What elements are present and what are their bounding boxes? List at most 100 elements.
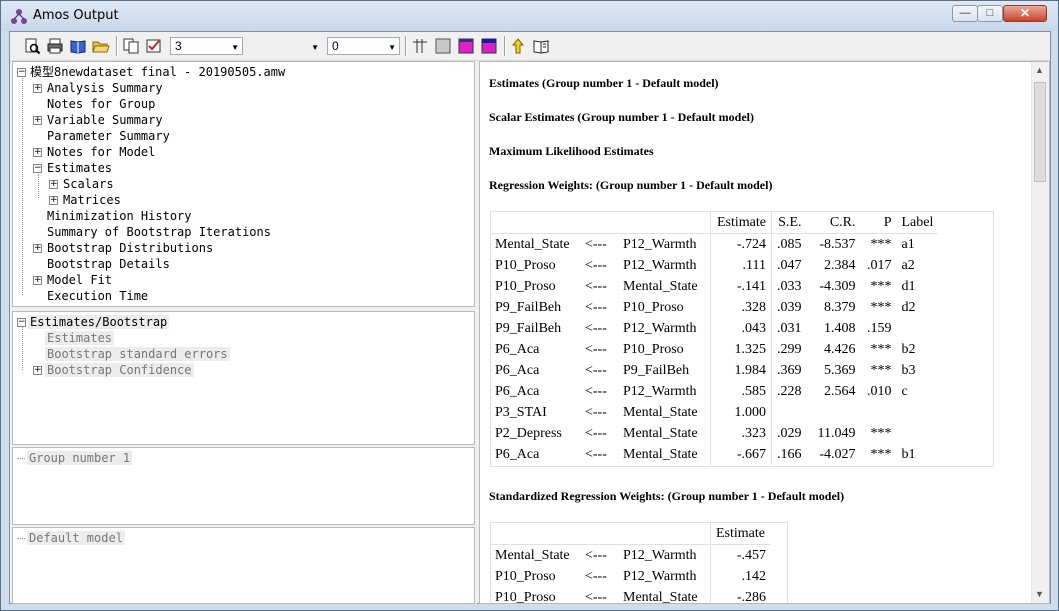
tree-item-bootstrap-std-errors[interactable]: Bootstrap standard errors <box>33 346 230 362</box>
table-cell: d2 <box>901 299 916 315</box>
std-regression-table: Estimate Mental_State <--- P12_Warmth -.457 P… <box>490 523 771 604</box>
magenta-table-icon[interactable] <box>457 37 475 55</box>
tree-item-bootstrap-iterations[interactable]: Summary of Bootstrap Iterations <box>33 224 271 240</box>
expand-icon[interactable]: + <box>33 84 42 93</box>
tree-item-estimates-gray[interactable]: Estimates <box>33 330 115 346</box>
table-cell: 1.984 <box>710 360 772 381</box>
expand-icon[interactable]: + <box>49 180 58 189</box>
scroll-thumb[interactable] <box>1034 82 1046 182</box>
table-cell <box>897 423 939 444</box>
column-header <box>580 212 618 234</box>
table-cell: -.286 <box>736 589 766 604</box>
tree-item-variable-summary[interactable]: + Variable Summary <box>33 112 163 128</box>
tree-item-matrices[interactable]: + Matrices <box>49 192 121 208</box>
table-cell: 2.564 <box>824 383 856 399</box>
tree-item-label: Notes for Group <box>47 97 156 111</box>
scalar-estimates-heading: Scalar Estimates (Group number 1 - Defau… <box>489 110 754 124</box>
magenta-table-blue-icon[interactable] <box>480 37 498 55</box>
expand-icon[interactable]: + <box>33 116 42 125</box>
chevron-down-icon: ▼ <box>231 43 239 52</box>
collapse-icon[interactable]: − <box>17 68 26 77</box>
hint-arrow-icon[interactable] <box>509 37 527 55</box>
collapse-icon[interactable]: − <box>17 318 26 327</box>
group-number-item[interactable]: Group number 1 <box>17 450 133 466</box>
scroll-down-icon[interactable]: ▼ <box>1035 589 1044 599</box>
expand-icon[interactable]: + <box>33 244 42 253</box>
close-button[interactable]: ✕ <box>1003 5 1047 22</box>
maximize-icon: □ <box>986 7 994 19</box>
table-cell: <--- <box>585 362 607 378</box>
amos-output-window: Amos Output — □ ✕ 3 ▼ ▼ 0 ▼ − 模型8newdata… <box>0 0 1059 611</box>
tree-item-bootstrap-distributions[interactable]: + Bootstrap Distributions <box>33 240 213 256</box>
copy-icon[interactable] <box>122 37 140 55</box>
table-row: P10_Proso <--- Mental_State -.141 .033 -4.309… <box>490 276 938 297</box>
default-model-item[interactable]: Default model <box>17 530 125 546</box>
minimize-button[interactable]: — <box>952 5 978 22</box>
tree-item-estimates[interactable]: − Estimates <box>33 160 112 176</box>
table-cell: .031 <box>777 320 802 336</box>
tree-item-notes-for-group[interactable]: Notes for Group <box>33 96 155 112</box>
table-cell: P9_FailBeh <box>495 299 562 315</box>
table-cell: -4.027 <box>819 446 856 462</box>
table-cell: .159 <box>867 320 892 336</box>
open-folder-icon[interactable] <box>92 37 110 55</box>
help-book-icon[interactable] <box>532 37 550 55</box>
expand-icon[interactable]: + <box>49 196 58 205</box>
tree-root[interactable]: − 模型8newdataset final - 20190505.amw <box>17 64 285 80</box>
tree-item-label: Bootstrap standard errors <box>45 347 230 361</box>
tree-item-execution-time[interactable]: Execution Time <box>33 288 148 304</box>
output-view[interactable]: Estimates (Group number 1 - Default mode… <box>479 61 1050 604</box>
tree-item-minimization-history[interactable]: Minimization History <box>33 208 192 224</box>
tree-item-parameter-summary[interactable]: Parameter Summary <box>33 128 170 144</box>
column-spacing-combo[interactable]: 0 ▼ <box>327 37 400 55</box>
empty-combo[interactable]: ▼ <box>247 37 323 55</box>
scroll-up-icon[interactable]: ▲ <box>1035 65 1044 75</box>
table-cell: Mental_State <box>495 236 570 252</box>
table-cell: <--- <box>585 547 607 563</box>
tree-connector <box>22 72 23 295</box>
table-cell: 2.384 <box>824 257 856 273</box>
table-grid-icon[interactable] <box>411 37 429 55</box>
window-title: Amos Output <box>33 8 119 23</box>
print-preview-icon[interactable] <box>23 37 41 55</box>
table-cell: -.724 <box>710 233 772 255</box>
title-bar[interactable]: Amos Output — □ ✕ <box>1 1 1058 31</box>
table-cell: 1.000 <box>710 402 772 423</box>
expand-icon[interactable]: + <box>33 276 42 285</box>
print-icon[interactable] <box>46 37 64 55</box>
table-cell: 8.379 <box>824 299 856 315</box>
expand-icon[interactable]: + <box>33 366 42 375</box>
open-book-icon[interactable] <box>69 37 87 55</box>
estimates-heading: Estimates (Group number 1 - Default mode… <box>489 76 719 90</box>
table-row: P6_Aca <--- P9_FailBeh 1.984 .369 5.369 *** b3 <box>490 360 938 381</box>
tree-root-estimates-bootstrap[interactable]: − Estimates/Bootstrap <box>17 314 170 330</box>
table-cell: *** <box>870 425 892 441</box>
tree-item-bootstrap-confidence[interactable]: + Bootstrap Confidence <box>33 362 194 378</box>
tree-item-label: Bootstrap Distributions <box>47 241 214 255</box>
regression-weights-table: Estimate S.E. C.R. P Label Mental_State <--- P1… <box>490 212 939 465</box>
gray-table-icon[interactable] <box>434 37 452 55</box>
tree-connector <box>38 174 39 198</box>
checklist-icon[interactable] <box>145 37 163 55</box>
tree-item-scalars[interactable]: + Scalars <box>49 176 114 192</box>
table-cell: .029 <box>777 425 802 441</box>
tree-item-label: Scalars <box>63 177 114 191</box>
tree-item-model-fit[interactable]: + Model Fit <box>33 272 112 288</box>
expand-icon[interactable]: + <box>33 148 42 157</box>
table-cell: P12_Warmth <box>618 544 711 566</box>
vertical-scrollbar[interactable]: ▲ ▼ <box>1031 62 1049 603</box>
tree-item-notes-for-model[interactable]: + Notes for Model <box>33 144 155 160</box>
table-row: P9_FailBeh <--- P10_Proso .328 .039 8.379 *** d… <box>490 297 938 318</box>
table-cell: <--- <box>585 446 607 462</box>
maximize-button[interactable]: □ <box>977 5 1003 22</box>
table-cell: .033 <box>777 278 802 294</box>
table-cell: P10_Proso <box>495 589 556 604</box>
tree-item-bootstrap-details[interactable]: Bootstrap Details <box>33 256 170 272</box>
table-row: P10_Proso <--- P12_Warmth .142 <box>490 566 771 587</box>
decimals-combo[interactable]: 3 ▼ <box>170 37 243 55</box>
std-regression-heading: Standardized Regression Weights: (Group … <box>489 489 845 503</box>
tree-item-analysis-summary[interactable]: + Analysis Summary <box>33 80 163 96</box>
collapse-icon[interactable]: − <box>33 164 42 173</box>
table-cell: .111 <box>710 255 772 276</box>
table-header-row: Estimate <box>490 523 771 545</box>
